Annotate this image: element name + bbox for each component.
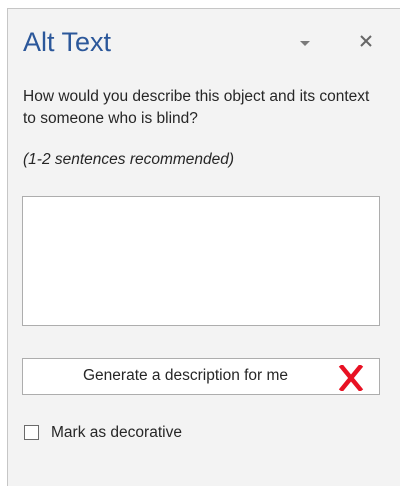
pane-title: Alt Text	[23, 27, 112, 57]
generate-description-button[interactable]: Generate a description for me	[22, 358, 380, 395]
mark-as-decorative-label: Mark as decorative	[51, 424, 182, 441]
close-button[interactable]	[354, 29, 378, 53]
description-prompt: How would you describe this object and i…	[23, 88, 370, 127]
pane-options-button[interactable]	[293, 34, 317, 54]
chevron-down-icon	[300, 41, 310, 46]
red-x-icon	[338, 365, 364, 391]
mark-as-decorative-checkbox[interactable]	[24, 425, 39, 440]
generate-description-label: Generate a description for me	[83, 367, 289, 384]
sentence-hint: (1-2 sentences recommended)	[23, 151, 235, 168]
close-icon	[360, 35, 372, 47]
alt-text-input[interactable]	[22, 196, 380, 326]
